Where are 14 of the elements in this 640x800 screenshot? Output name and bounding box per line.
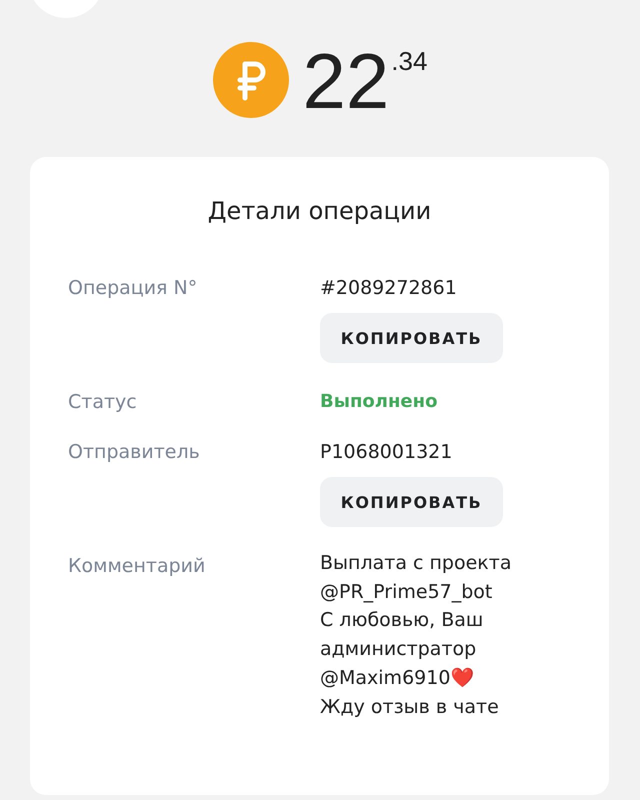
ruble-coin-icon: [212, 42, 289, 118]
amount-integer: 22: [302, 40, 390, 122]
field-label: Отправитель: [68, 441, 201, 465]
field-label: Комментарий: [68, 555, 206, 579]
comment-text: Выплата с проекта @PR_Prime57_bot С любовью, Ваш администратор @Maxim6910❤ Жду отзыв в чате: [320, 551, 512, 720]
field-label: Операция N°: [68, 277, 198, 301]
value-text: #2089272861: [320, 277, 457, 299]
card-title: Детали операции: [206, 197, 432, 225]
amount-fraction: .34: [391, 46, 428, 77]
status-text: Выполнено: [320, 391, 438, 413]
copy-button[interactable]: КОПИРОВАТЬ: [320, 477, 503, 527]
copy-button[interactable]: КОПИРОВАТЬ: [320, 313, 503, 363]
value-text: P1068001321: [320, 441, 452, 463]
field-label: Статус: [68, 391, 138, 413]
